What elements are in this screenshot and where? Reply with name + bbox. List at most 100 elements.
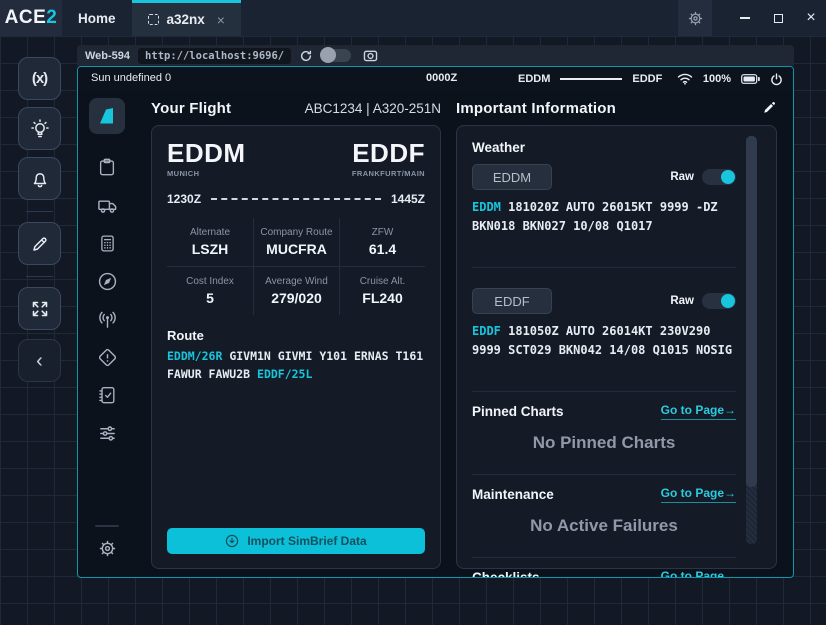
edit-tool-button[interactable] <box>18 222 61 265</box>
stat-value: LSZH <box>169 241 251 257</box>
your-flight-panel: Your Flight ABC1234 | A320-251N EDDM MUN… <box>151 91 441 569</box>
stat-value: 5 <box>169 290 251 306</box>
arrival-time: 1445Z <box>391 192 425 206</box>
scrollbar-thumb[interactable] <box>746 136 757 487</box>
metar-text: 181050Z AUTO 26014KT 230V290 9999 SCT029… <box>472 324 732 357</box>
sidebar-item-ground-services[interactable] <box>96 194 118 216</box>
refresh-icon[interactable] <box>299 49 313 63</box>
sidebar-item-performance[interactable] <box>96 232 118 254</box>
collapse-sidebar-button[interactable]: ‹ <box>18 339 61 382</box>
scrollbar[interactable] <box>746 136 757 544</box>
maintenance-empty: No Active Failures <box>472 516 736 536</box>
weather-station-eddm-button[interactable]: EDDM <box>472 164 552 190</box>
gear-icon <box>687 10 704 27</box>
compass-icon <box>97 271 118 292</box>
toggle-knob <box>721 294 735 308</box>
maintenance-heading: Maintenance <box>472 487 554 502</box>
destination-airport: EDDF FRANKFURT/MAIN <box>352 140 425 178</box>
wifi-icon <box>677 73 693 85</box>
pinned-charts-heading: Pinned Charts <box>472 404 564 419</box>
screen: ACE2 Home a32nx × × (x) <box>0 0 826 625</box>
maximize-icon <box>774 14 783 23</box>
maintenance-link[interactable]: Go to Page→ <box>661 486 736 503</box>
sidebar-item-dashboard[interactable] <box>89 98 125 134</box>
fullscreen-tool-button[interactable] <box>18 287 61 330</box>
tool-divider <box>26 276 53 277</box>
checklists-link[interactable]: Go to Page→ <box>661 569 736 578</box>
app-logo: ACE2 <box>0 0 62 36</box>
important-info-card: Weather EDDM Raw EDDM 181020Z AUTO 26015… <box>456 125 777 569</box>
sidebar-item-atc[interactable] <box>96 308 118 330</box>
minimize-icon <box>740 17 750 19</box>
pinned-charts-link[interactable]: Go to Page→ <box>661 403 736 420</box>
edit-pencil-icon[interactable] <box>761 100 777 116</box>
stat-label: Company Route <box>256 227 337 238</box>
chevron-left-icon: ‹ <box>36 351 43 371</box>
window-minimize-button[interactable] <box>730 0 760 36</box>
bell-icon <box>29 168 51 190</box>
stat-cruise-alt: Cruise Alt. FL240 <box>339 267 425 315</box>
callsign-aircraft-type: ABC1234 | A320-251N <box>305 101 441 116</box>
divider <box>472 267 736 268</box>
stat-value: FL240 <box>342 290 423 306</box>
sidebar-item-checklists[interactable] <box>96 384 118 406</box>
efb-statusbar: Sun undefined 0 0000Z EDDM EDDF 100% <box>78 67 793 91</box>
stat-label: ZFW <box>342 227 423 238</box>
statusbar-origin: EDDM <box>518 73 550 85</box>
tab-close-icon[interactable]: × <box>217 12 225 28</box>
tool-divider <box>26 211 53 212</box>
variables-tool-button[interactable]: (x) <box>18 57 61 100</box>
truck-icon <box>97 195 118 216</box>
failure-diamond-icon <box>97 347 118 368</box>
raw-toggle-eddm[interactable] <box>702 169 736 185</box>
important-info-panel: Important Information Weather EDDM Raw <box>456 91 777 569</box>
sidebar-item-navigation[interactable] <box>96 270 118 292</box>
notifications-tool-button[interactable] <box>18 157 61 200</box>
metar-eddf: EDDF 181050Z AUTO 26014KT 230V290 9999 S… <box>472 322 736 380</box>
important-info-title: Important Information <box>456 100 616 117</box>
stat-label: Cost Index <box>169 276 251 287</box>
sidebar-item-settings-sliders[interactable] <box>96 422 118 444</box>
metar-text: 181020Z AUTO 26015KT 9999 -DZ BKN018 BKN… <box>472 200 718 233</box>
raw-label: Raw <box>670 295 694 307</box>
power-icon[interactable] <box>770 73 783 86</box>
clipboard-icon <box>97 157 117 177</box>
browser-toolbar: Web-594 http://localhost:9696/ <box>77 45 794 66</box>
calculator-icon <box>98 234 117 253</box>
destination-city: FRANKFURT/MAIN <box>352 169 425 178</box>
metar-station-code: EDDF <box>472 324 501 338</box>
sidebar-item-settings[interactable] <box>96 537 118 559</box>
tab-home-label: Home <box>78 11 116 26</box>
screenshot-icon[interactable] <box>363 49 378 62</box>
route-string: EDDM/26R GIVM1N GIVMI Y101 ERNAS T161 FA… <box>167 348 425 384</box>
stat-cost-index: Cost Index 5 <box>167 267 253 315</box>
url-field[interactable]: http://localhost:9696/ <box>138 48 291 64</box>
statusbar-destination: EDDF <box>632 73 662 85</box>
toggle-knob <box>320 47 336 63</box>
window-close-button[interactable]: × <box>796 0 826 36</box>
efb-window: Sun undefined 0 0000Z EDDM EDDF 100% <box>77 66 794 578</box>
import-simbrief-button[interactable]: Import SimBrief Data <box>167 528 425 554</box>
window-maximize-button[interactable] <box>763 0 793 36</box>
import-simbrief-label: Import SimBrief Data <box>247 534 366 548</box>
settings-button[interactable] <box>678 0 712 36</box>
raw-toggle-eddf[interactable] <box>702 293 736 309</box>
stat-label: Alternate <box>169 227 251 238</box>
pencil-icon <box>29 233 51 255</box>
your-flight-title: Your Flight <box>151 100 231 117</box>
weather-heading: Weather <box>472 140 736 155</box>
tab-a32nx[interactable]: a32nx × <box>132 0 241 36</box>
tab-home[interactable]: Home <box>62 0 132 36</box>
ideas-tool-button[interactable] <box>18 107 61 150</box>
sidebar-item-failures[interactable] <box>96 346 118 368</box>
titlebar: ACE2 Home a32nx × × <box>0 0 826 36</box>
logo-accent: 2 <box>46 7 57 29</box>
sidebar-item-dispatch[interactable] <box>96 156 118 178</box>
stat-label: Average Wind <box>256 276 337 287</box>
devtools-toggle[interactable] <box>321 49 351 62</box>
divider <box>472 557 736 558</box>
weather-station-eddf-button[interactable]: EDDF <box>472 288 552 314</box>
expand-icon <box>30 299 50 319</box>
metar-station-code: EDDM <box>472 200 501 214</box>
destination-icao: EDDF <box>352 140 425 166</box>
